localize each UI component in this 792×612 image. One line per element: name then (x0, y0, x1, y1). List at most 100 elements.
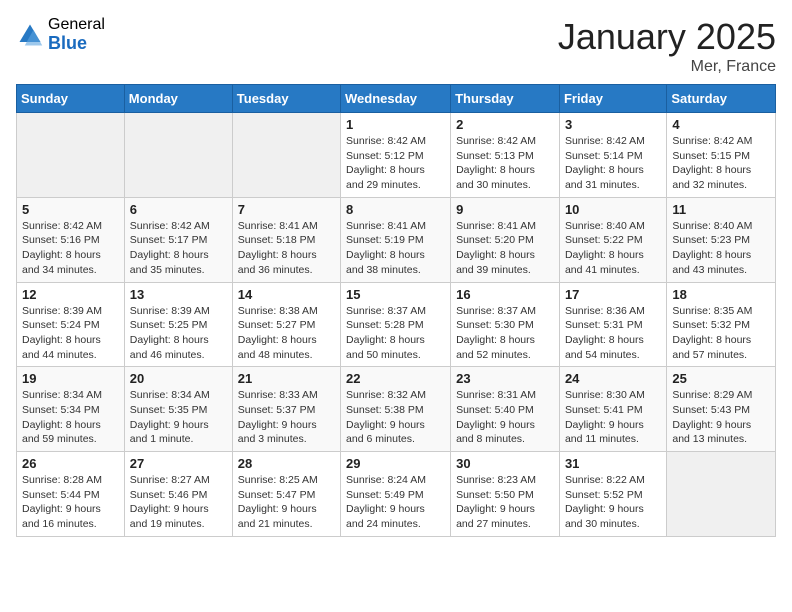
sunrise-text: Sunrise: 8:29 AM (672, 388, 770, 403)
day-number: 31 (565, 456, 661, 471)
day-info: Sunrise: 8:34 AMSunset: 5:35 PMDaylight:… (130, 388, 227, 447)
calendar-cell: 11Sunrise: 8:40 AMSunset: 5:23 PMDayligh… (667, 197, 776, 282)
daylight-text: Daylight: 8 hours and 36 minutes. (238, 248, 335, 277)
weekday-header: Monday (124, 85, 232, 113)
day-number: 6 (130, 202, 227, 217)
sunset-text: Sunset: 5:14 PM (565, 149, 661, 164)
daylight-text: Daylight: 8 hours and 48 minutes. (238, 333, 335, 362)
day-info: Sunrise: 8:30 AMSunset: 5:41 PMDaylight:… (565, 388, 661, 447)
daylight-text: Daylight: 9 hours and 24 minutes. (346, 502, 445, 531)
daylight-text: Daylight: 8 hours and 43 minutes. (672, 248, 770, 277)
daylight-text: Daylight: 8 hours and 54 minutes. (565, 333, 661, 362)
day-number: 30 (456, 456, 554, 471)
daylight-text: Daylight: 8 hours and 59 minutes. (22, 418, 119, 447)
sunrise-text: Sunrise: 8:40 AM (672, 219, 770, 234)
sunrise-text: Sunrise: 8:40 AM (565, 219, 661, 234)
day-info: Sunrise: 8:32 AMSunset: 5:38 PMDaylight:… (346, 388, 445, 447)
calendar-cell: 10Sunrise: 8:40 AMSunset: 5:22 PMDayligh… (559, 197, 666, 282)
calendar-week-row: 5Sunrise: 8:42 AMSunset: 5:16 PMDaylight… (17, 197, 776, 282)
sunset-text: Sunset: 5:34 PM (22, 403, 119, 418)
sunset-text: Sunset: 5:15 PM (672, 149, 770, 164)
day-number: 27 (130, 456, 227, 471)
day-info: Sunrise: 8:39 AMSunset: 5:25 PMDaylight:… (130, 304, 227, 363)
calendar: SundayMondayTuesdayWednesdayThursdayFrid… (16, 84, 776, 537)
day-info: Sunrise: 8:37 AMSunset: 5:30 PMDaylight:… (456, 304, 554, 363)
sunrise-text: Sunrise: 8:34 AM (22, 388, 119, 403)
day-info: Sunrise: 8:23 AMSunset: 5:50 PMDaylight:… (456, 473, 554, 532)
calendar-cell: 8Sunrise: 8:41 AMSunset: 5:19 PMDaylight… (341, 197, 451, 282)
sunrise-text: Sunrise: 8:37 AM (456, 304, 554, 319)
day-number: 17 (565, 287, 661, 302)
sunset-text: Sunset: 5:35 PM (130, 403, 227, 418)
sunrise-text: Sunrise: 8:22 AM (565, 473, 661, 488)
calendar-cell: 1Sunrise: 8:42 AMSunset: 5:12 PMDaylight… (341, 113, 451, 198)
sunset-text: Sunset: 5:47 PM (238, 488, 335, 503)
day-number: 1 (346, 117, 445, 132)
day-number: 9 (456, 202, 554, 217)
daylight-text: Daylight: 8 hours and 39 minutes. (456, 248, 554, 277)
calendar-week-row: 26 Sunrise: 8:28 AMSunset: 5:44 PMDayligh… (17, 452, 776, 537)
day-info: Sunrise: 8:42 AMSunset: 5:16 PMDaylight:… (22, 219, 119, 278)
sunset-text: Sunset: 5:22 PM (565, 233, 661, 248)
calendar-cell: 6Sunrise: 8:42 AMSunset: 5:17 PMDaylight… (124, 197, 232, 282)
sunset-text: Sunset: 5:32 PM (672, 318, 770, 333)
day-number: 26 (22, 456, 119, 471)
daylight-text: Daylight: 9 hours and 11 minutes. (565, 418, 661, 447)
day-number: 23 (456, 371, 554, 386)
sunset-text: Sunset: 5:13 PM (456, 149, 554, 164)
sunset-text: Sunset: 5:38 PM (346, 403, 445, 418)
day-number: 20 (130, 371, 227, 386)
day-info: Sunrise: 8:41 AMSunset: 5:20 PMDaylight:… (456, 219, 554, 278)
sunset-text: Sunset: 5:44 PM (22, 488, 119, 503)
day-info: Sunrise: 8:39 AMSunset: 5:24 PMDaylight:… (22, 304, 119, 363)
daylight-text: Daylight: 9 hours and 1 minute. (130, 418, 227, 447)
day-number: 18 (672, 287, 770, 302)
daylight-text: Daylight: 8 hours and 30 minutes. (456, 163, 554, 192)
day-number: 24 (565, 371, 661, 386)
sunrise-text: Sunrise: 8:41 AM (238, 219, 335, 234)
calendar-cell: 16Sunrise: 8:37 AMSunset: 5:30 PMDayligh… (451, 282, 560, 367)
day-info: Sunrise: 8:42 AMSunset: 5:13 PMDaylight:… (456, 134, 554, 193)
daylight-text: Daylight: 9 hours and 6 minutes. (346, 418, 445, 447)
day-info: Sunrise: 8:22 AMSunset: 5:52 PMDaylight:… (565, 473, 661, 532)
calendar-cell: 21Sunrise: 8:33 AMSunset: 5:37 PMDayligh… (232, 367, 340, 452)
sunrise-text: Sunrise: 8:41 AM (456, 219, 554, 234)
day-number: 29 (346, 456, 445, 471)
calendar-header-row: SundayMondayTuesdayWednesdayThursdayFrid… (17, 85, 776, 113)
day-info: Sunrise: 8:40 AMSunset: 5:23 PMDaylight:… (672, 219, 770, 278)
logo-icon (16, 21, 44, 49)
day-info: Sunrise: 8:41 AMSunset: 5:18 PMDaylight:… (238, 219, 335, 278)
sunset-text: Sunset: 5:30 PM (456, 318, 554, 333)
sunset-text: Sunset: 5:12 PM (346, 149, 445, 164)
logo-text: General Blue (48, 16, 105, 53)
sunrise-text: Sunrise: 8:42 AM (672, 134, 770, 149)
sunrise-text: Sunrise: 8:31 AM (456, 388, 554, 403)
sunrise-text: Sunrise: 8:30 AM (565, 388, 661, 403)
daylight-text: Daylight: 9 hours and 30 minutes. (565, 502, 661, 531)
day-info: Sunrise: 8:28 AMSunset: 5:44 PMDaylight:… (22, 473, 119, 532)
daylight-text: Daylight: 9 hours and 21 minutes. (238, 502, 335, 531)
calendar-cell: 13Sunrise: 8:39 AMSunset: 5:25 PMDayligh… (124, 282, 232, 367)
day-number: 19 (22, 371, 119, 386)
calendar-cell: 17Sunrise: 8:36 AMSunset: 5:31 PMDayligh… (559, 282, 666, 367)
sunrise-text: Sunrise: 8:33 AM (238, 388, 335, 403)
day-info: Sunrise: 8:42 AMSunset: 5:14 PMDaylight:… (565, 134, 661, 193)
calendar-week-row: 12Sunrise: 8:39 AMSunset: 5:24 PMDayligh… (17, 282, 776, 367)
day-number: 10 (565, 202, 661, 217)
calendar-week-row: 19Sunrise: 8:34 AMSunset: 5:34 PMDayligh… (17, 367, 776, 452)
calendar-cell: 31 Sunrise: 8:22 AMSunset: 5:52 PMDayligh… (559, 452, 666, 537)
sunrise-text: Sunrise: 8:42 AM (130, 219, 227, 234)
day-info: Sunrise: 8:24 AMSunset: 5:49 PMDaylight:… (346, 473, 445, 532)
logo: General Blue (16, 16, 105, 53)
calendar-cell: 20 Sunrise: 8:34 AMSunset: 5:35 PMDayligh… (124, 367, 232, 452)
weekday-header: Sunday (17, 85, 125, 113)
calendar-cell: 27Sunrise: 8:27 AMSunset: 5:46 PMDayligh… (124, 452, 232, 537)
daylight-text: Daylight: 9 hours and 8 minutes. (456, 418, 554, 447)
calendar-cell: 30 Sunrise: 8:23 AMSunset: 5:50 PMDayligh… (451, 452, 560, 537)
calendar-cell (124, 113, 232, 198)
sunrise-text: Sunrise: 8:35 AM (672, 304, 770, 319)
daylight-text: Daylight: 8 hours and 52 minutes. (456, 333, 554, 362)
page-header: General Blue January 2025 Mer, France (16, 16, 776, 76)
day-number: 4 (672, 117, 770, 132)
daylight-text: Daylight: 9 hours and 27 minutes. (456, 502, 554, 531)
